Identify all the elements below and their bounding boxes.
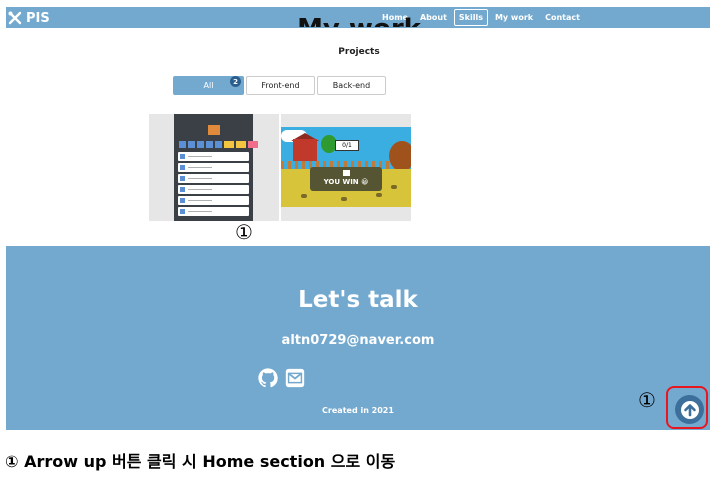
caption: ① Arrow up 버튼 클릭 시 Home section 으로 이동 — [5, 452, 396, 471]
category-filters: All 2 Front-end Back-end — [173, 76, 386, 95]
project-thumbnail-1[interactable] — [149, 114, 279, 221]
section-subtitle: Projects — [338, 47, 380, 57]
annotation-marker: ① — [235, 220, 253, 244]
filter-back-end-button[interactable]: Back-end — [317, 76, 386, 95]
envelope-icon[interactable] — [284, 367, 306, 389]
win-banner: YOU WIN 😀 — [310, 167, 382, 191]
game-sign: 0/1 — [335, 140, 359, 151]
project-preview-image — [174, 114, 258, 221]
contact-icons — [257, 367, 306, 389]
filter-front-end-button[interactable]: Front-end — [246, 76, 315, 95]
created-year: Created in 2021 — [322, 406, 394, 415]
scroll-to-top-button[interactable] — [675, 395, 704, 424]
project-preview-image: 0/1 YOU WIN 😀 — [281, 127, 411, 207]
count-badge: 2 — [230, 76, 241, 87]
github-icon[interactable] — [257, 367, 279, 389]
filter-all-button[interactable]: All 2 — [173, 76, 244, 95]
arrow-up-icon — [680, 400, 699, 419]
contact-title: Let's talk — [298, 287, 418, 313]
contact-email[interactable]: altn0729@naver.com — [6, 333, 710, 348]
project-thumbnail-2[interactable]: 0/1 YOU WIN 😀 — [281, 114, 411, 221]
annotation-marker: ① — [638, 388, 656, 412]
section-title: My work — [0, 7, 718, 27]
